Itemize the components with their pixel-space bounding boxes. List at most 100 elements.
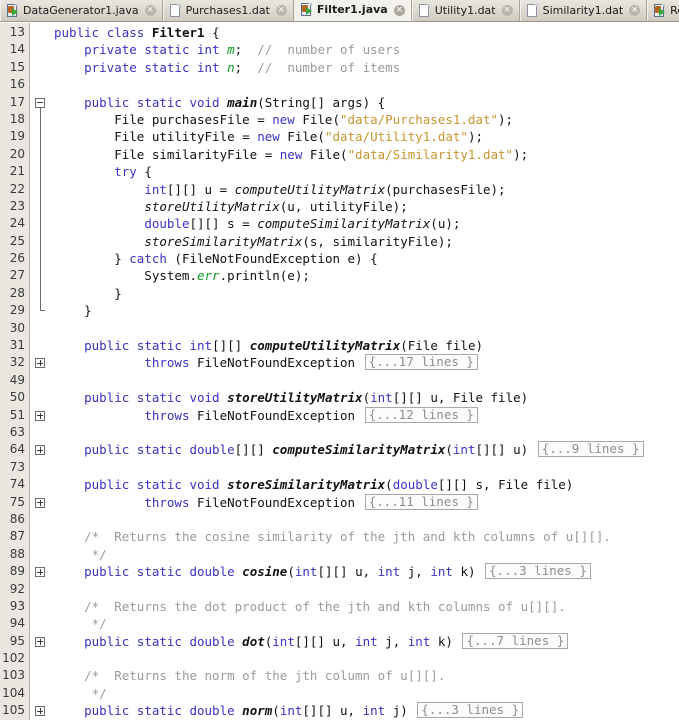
fold-expand-icon[interactable] [35, 358, 45, 369]
code-line[interactable]: int[][] u = computeUtilityMatrix(purchas… [54, 181, 679, 198]
tab-label: Filter1.java [316, 3, 388, 16]
code-line[interactable]: } catch (FileNotFoundException e) { [54, 250, 679, 267]
code-line[interactable]: } [54, 302, 679, 319]
code-line[interactable]: public static double dot(int[][] u, int … [54, 632, 679, 650]
fold-expand-icon[interactable] [35, 445, 45, 456]
folded-lines-badge[interactable]: {...17 lines } [364, 354, 478, 371]
fold-cell[interactable] [30, 494, 54, 511]
fold-expand-icon[interactable] [35, 497, 45, 508]
code-line[interactable]: /* Returns the norm of the jth column of… [54, 667, 679, 684]
fold-cell [30, 650, 54, 667]
code-line[interactable]: throws FileNotFoundException {...17 line… [54, 354, 679, 371]
code-line[interactable]: public static void main(String[] args) { [54, 94, 679, 111]
code-line[interactable] [54, 581, 679, 598]
comment-token: /* Returns the dot product of the jth an… [84, 598, 566, 614]
keyword-token: public [84, 442, 130, 458]
close-icon[interactable]: × [629, 5, 641, 16]
code-line[interactable]: */ [54, 685, 679, 702]
code-token: k) [430, 633, 461, 649]
code-editor[interactable]: 13 14 15 16 17 18 19 20 21 22 23 24 25 26 27 28 29 30 31 32… [0, 22, 679, 720]
code-line[interactable]: storeSimilarityMatrix(s, similarityFile)… [54, 233, 679, 250]
code-line[interactable]: double[][] s = computeSimilarityMatrix(u… [54, 215, 679, 232]
line-number: 20 [9, 146, 25, 161]
fold-cell[interactable] [30, 702, 54, 719]
code-line[interactable]: System.err.println(e); [54, 267, 679, 284]
code-line[interactable] [54, 424, 679, 441]
code-line[interactable]: File similarityFile = new File("data/Sim… [54, 146, 679, 163]
code-line[interactable]: public static double cosine(int[][] u, i… [54, 563, 679, 580]
code-line[interactable]: } [54, 285, 679, 302]
code-line[interactable]: public static double norm(int[][] u, int… [54, 702, 679, 719]
code-line[interactable]: File utilityFile = new File("data/Utilit… [54, 128, 679, 145]
code-line[interactable]: public class Filter1 { [54, 24, 679, 41]
fold-cell [30, 163, 54, 180]
code-token: File( [294, 111, 340, 127]
line-number: 95 [9, 633, 25, 648]
code-line[interactable]: private static int n; // number of items [54, 59, 679, 76]
folded-lines-badge[interactable]: {...7 lines } [462, 632, 569, 649]
code-token: (File file) [400, 338, 484, 354]
tab-utility1-dat[interactable]: Utility1.dat × [411, 0, 520, 21]
keyword-token: class [106, 25, 145, 40]
code-line[interactable]: public static double[][] computeSimilari… [54, 441, 679, 458]
code-line[interactable] [54, 320, 679, 337]
code-token: [][] u, File file) [392, 390, 529, 406]
fold-expand-icon[interactable] [35, 706, 45, 717]
code-line[interactable] [54, 511, 679, 528]
fold-expand-icon[interactable] [35, 636, 45, 647]
fold-cell [30, 41, 54, 58]
code-token: [][] u) [475, 442, 536, 458]
code-line[interactable]: public static void storeSimilarityMatrix… [54, 476, 679, 493]
fold-cell[interactable] [30, 407, 54, 424]
code-line[interactable]: /* Returns the cosine similarity of the … [54, 528, 679, 545]
code-line[interactable]: */ [54, 546, 679, 563]
tab-filter1-java[interactable]: Filter1.java × [293, 0, 412, 21]
code-folding-column[interactable] [30, 23, 54, 720]
line-number: 27 [9, 268, 25, 283]
tab-datagenerator1-java[interactable]: DataGenerator1.java × [0, 0, 163, 21]
fold-cell[interactable] [30, 563, 54, 580]
folded-lines-badge[interactable]: {...12 lines } [364, 406, 478, 423]
close-icon[interactable]: × [144, 5, 156, 16]
fold-expand-icon[interactable] [35, 567, 45, 578]
code-line[interactable]: storeUtilityMatrix(u, utilityFile); [54, 198, 679, 215]
source-code-area[interactable]: public class Filter1 { private static in… [54, 23, 679, 720]
code-line[interactable]: throws FileNotFoundException {...11 line… [54, 493, 679, 511]
fold-expand-icon[interactable] [35, 410, 45, 421]
code-line[interactable]: public static void storeUtilityMatrix(in… [54, 389, 679, 406]
line-number: 74 [9, 477, 25, 492]
folded-lines-badge[interactable]: {...11 lines } [364, 493, 478, 510]
tab-purchases1-dat[interactable]: Purchases1.dat × [162, 0, 294, 21]
code-line[interactable]: public static int[][] computeUtilityMatr… [54, 337, 679, 354]
fold-cell[interactable] [30, 94, 54, 111]
fold-cell[interactable] [30, 441, 54, 458]
fold-cell[interactable] [30, 633, 54, 650]
code-line[interactable]: throws FileNotFoundException {...12 line… [54, 406, 679, 424]
close-icon[interactable]: × [275, 5, 287, 16]
keyword-token: static [136, 703, 182, 719]
code-line[interactable]: private static int m; // number of users [54, 41, 679, 58]
fold-cell[interactable] [30, 354, 54, 371]
folded-lines-badge[interactable]: {...9 lines } [537, 441, 644, 458]
line-number: 31 [9, 338, 25, 353]
code-line[interactable]: try { [54, 163, 679, 180]
folded-lines-badge[interactable]: {...3 lines } [417, 702, 524, 719]
code-line[interactable] [54, 372, 679, 389]
code-line[interactable]: File purchasesFile = new File("data/Purc… [54, 111, 679, 128]
close-icon[interactable]: × [393, 4, 405, 16]
code-line[interactable]: */ [54, 615, 679, 632]
code-line[interactable] [54, 650, 679, 667]
code-token: k) [452, 564, 484, 580]
code-line[interactable] [54, 76, 679, 93]
folded-lines-badge[interactable]: {...3 lines } [485, 563, 591, 580]
editor-tab-bar[interactable]: DataGenerator1.java × Purchases1.dat × Filte… [0, 0, 679, 22]
tab-similarity1-dat[interactable]: Similarity1.dat × [519, 0, 648, 21]
keyword-token: static [144, 42, 190, 58]
close-icon[interactable]: × [501, 5, 513, 16]
tab-reco-[interactable]: Reco.. [647, 0, 679, 21]
code-line[interactable] [54, 459, 679, 476]
fold-cell [30, 59, 54, 76]
code-line[interactable]: /* Returns the dot product of the jth an… [54, 598, 679, 615]
